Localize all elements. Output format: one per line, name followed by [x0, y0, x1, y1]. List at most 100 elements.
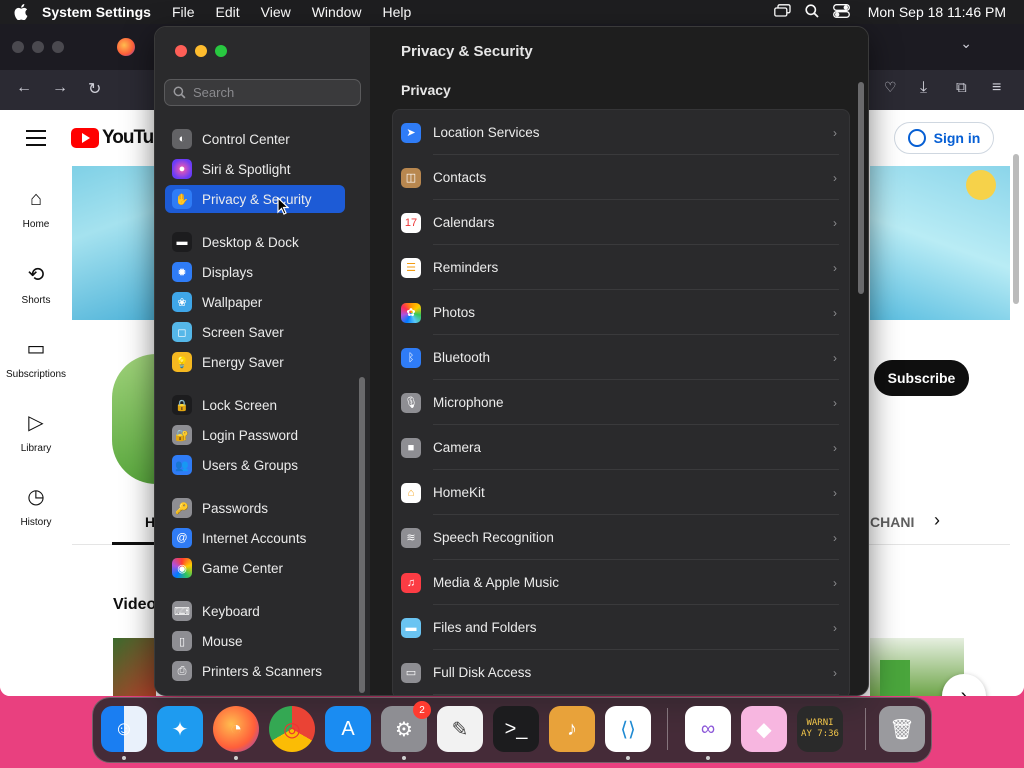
control-center-icon[interactable] [832, 3, 850, 21]
safari-icon[interactable]: ✦ [157, 706, 203, 752]
spotlight-search-icon[interactable] [805, 3, 819, 21]
sidebar-item-users-groups[interactable]: 👥 Users & Groups [165, 451, 345, 479]
yt-nav-history[interactable]: ◷ History [0, 484, 72, 528]
sidebar-item-desktop-dock[interactable]: ▬ Desktop & Dock [165, 228, 345, 256]
location-arrow-icon: ➤ [401, 122, 421, 143]
console-icon[interactable]: WARNI AY 7:36 [797, 706, 843, 752]
chrome-icon[interactable]: ◎ [269, 706, 315, 752]
search-field[interactable] [164, 79, 361, 106]
privacy-row-speech-recognition[interactable]: ≋ Speech Recognition › [393, 515, 849, 560]
apple-menu-icon[interactable] [0, 4, 42, 20]
app-store-icon[interactable]: A [325, 706, 371, 752]
tab-list-chevron-icon[interactable]: ⌄ [960, 35, 972, 52]
yt-nav-subscriptions[interactable]: ▭ Subscriptions [0, 336, 72, 380]
textedit-icon[interactable]: ✎ [437, 706, 483, 752]
menu-view[interactable]: View [261, 4, 291, 20]
privacy-row-microphone[interactable]: 🎙 Microphone › [393, 380, 849, 425]
sidebar-item-screen-saver[interactable]: ◻ Screen Saver [165, 318, 345, 346]
running-indicator [626, 756, 630, 760]
video-thumbnail[interactable] [113, 638, 156, 696]
back-icon[interactable]: ← [16, 79, 32, 97]
finder-icon[interactable]: ☺ [101, 706, 147, 760]
sidebar-item-siri-spotlight[interactable]: ● Siri & Spotlight [165, 155, 345, 183]
privacy-row-photos[interactable]: ✿ Photos › [393, 290, 849, 335]
vscode-icon[interactable]: ⟨⟩ [605, 706, 651, 760]
tabs-next-chevron-icon[interactable]: › [934, 510, 940, 531]
guitar-icon[interactable]: ♪ [549, 706, 595, 752]
privacy-row-location-services[interactable]: ➤ Location Services › [393, 110, 849, 155]
menu-file[interactable]: File [172, 4, 195, 20]
yt-nav-home[interactable]: ⌂ Home [0, 188, 72, 230]
pocket-icon[interactable]: ♡ [884, 79, 897, 96]
sidebar-item-passwords[interactable]: 🔑 Passwords [165, 494, 345, 522]
content-scrollbar[interactable] [858, 82, 864, 294]
sidebar-item-wallpaper[interactable]: ❀ Wallpaper [165, 288, 345, 316]
sidebar-item-printers-scanners[interactable]: ⎙ Printers & Scanners [165, 657, 345, 685]
hamburger-menu-icon[interactable] [26, 130, 46, 151]
menu-clock[interactable]: Mon Sep 18 11:46 PM [868, 4, 1006, 20]
forward-icon[interactable]: → [52, 79, 68, 97]
system-settings-icon[interactable]: ⚙ 2 [381, 701, 431, 760]
download-icon[interactable]: ⤓ [920, 79, 927, 97]
privacy-row-bluetooth[interactable]: ᛒ Bluetooth › [393, 335, 849, 380]
privacy-row-contacts[interactable]: ◫ Contacts › [393, 155, 849, 200]
users-icon: 👥 [172, 455, 192, 475]
yt-nav-library[interactable]: ▷ Library [0, 410, 72, 454]
chevron-right-icon: › [833, 215, 837, 230]
visual-studio-icon[interactable]: ∞ [685, 706, 731, 760]
sidebar-item-game-center[interactable]: ◉ Game Center [165, 554, 345, 582]
reload-icon[interactable]: ↻ [88, 79, 101, 99]
firefox-tab-icon[interactable] [117, 38, 135, 56]
screen-mirroring-icon[interactable] [773, 4, 791, 20]
menu-help[interactable]: Help [383, 4, 412, 20]
sidebar-item-mouse[interactable]: ▯ Mouse [165, 627, 345, 655]
chevron-right-icon: › [833, 170, 837, 185]
privacy-row-calendars[interactable]: 17 Calendars › [393, 200, 849, 245]
camera-icon: ■ [401, 437, 421, 458]
terminal-icon[interactable]: >_ [493, 706, 539, 752]
sidebar-scrollbar[interactable] [359, 377, 365, 693]
channel-banner-left [72, 166, 156, 320]
menu-app-name[interactable]: System Settings [42, 4, 151, 20]
privacy-row-camera[interactable]: ■ Camera › [393, 425, 849, 470]
minimize-window-button[interactable] [195, 45, 207, 57]
menu-window[interactable]: Window [312, 4, 362, 20]
shorts-icon: ⟲ [27, 264, 45, 286]
sidebar-item-lock-screen[interactable]: 🔒 Lock Screen [165, 391, 345, 419]
sidebar-item-label: Desktop & Dock [202, 234, 299, 250]
youtube-logo[interactable]: YouTube [71, 127, 157, 149]
tab-channels[interactable]: CHANI [870, 514, 914, 530]
app-menu-icon[interactable]: ≡ [992, 79, 1001, 97]
browser-scrollbar[interactable] [1013, 154, 1019, 304]
search-input[interactable] [193, 85, 353, 100]
yt-nav-shorts[interactable]: ⟲ Shorts [0, 262, 72, 306]
privacy-row-homekit[interactable]: ⌂ HomeKit › [393, 470, 849, 515]
privacy-row-media-apple-music[interactable]: ♫ Media & Apple Music › [393, 560, 849, 605]
home-icon: ⌂ [29, 188, 43, 210]
menu-edit[interactable]: Edit [216, 4, 240, 20]
zoom-window-button[interactable] [215, 45, 227, 57]
browser-window-controls[interactable] [12, 41, 64, 53]
sidebar-item-privacy-security[interactable]: ✋ Privacy & Security [165, 185, 345, 213]
close-window-button[interactable] [175, 45, 187, 57]
videos-heading: Video [113, 596, 157, 613]
sidebar-item-internet-accounts[interactable]: @ Internet Accounts [165, 524, 345, 552]
privacy-row-files-and-folders[interactable]: ▬ Files and Folders › [393, 605, 849, 650]
trash-icon[interactable]: 🗑 [879, 706, 925, 752]
sidebar-item-control-center[interactable]: ◐ Control Center [165, 125, 345, 153]
privacy-row-full-disk-access[interactable]: ▭ Full Disk Access › [393, 650, 849, 695]
privacy-row-reminders[interactable]: ☰ Reminders › [393, 245, 849, 290]
extensions-icon[interactable]: ⧉ [956, 79, 967, 96]
sidebar-item-login-password[interactable]: 🔐 Login Password [165, 421, 345, 449]
subscribe-button[interactable]: Subscribe [874, 360, 969, 396]
firefox-icon[interactable]: ◔ [213, 706, 259, 760]
sidebar-item-keyboard[interactable]: ⌨ Keyboard [165, 597, 345, 625]
running-indicator [122, 756, 126, 760]
sidebar-item-energy-saver[interactable]: 💡 Energy Saver [165, 348, 345, 376]
sidebar-item-displays[interactable]: ✹ Displays [165, 258, 345, 286]
history-icon: ◷ [27, 486, 45, 508]
sign-in-button[interactable]: Sign in [894, 122, 994, 154]
sketch-icon[interactable]: ◆ [741, 706, 787, 752]
yt-nav-label: Home [22, 219, 50, 230]
channel-avatar[interactable] [112, 354, 156, 484]
